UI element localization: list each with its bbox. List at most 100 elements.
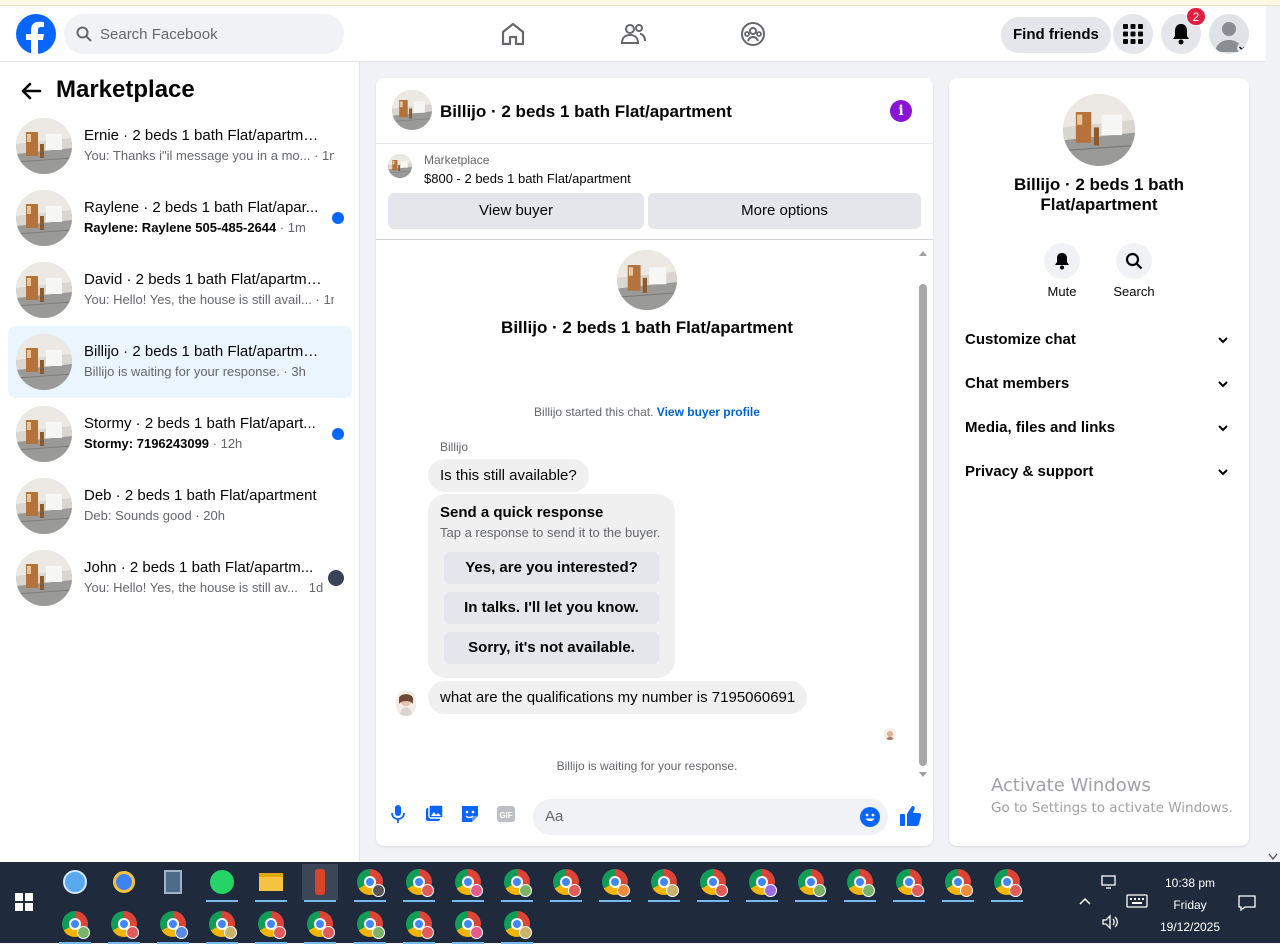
microphone-icon[interactable] [388,804,408,824]
quick-reply-button[interactable]: In talks. I'll let you know. [444,592,659,624]
keyboard-icon[interactable] [1126,894,1148,908]
sender-avatar[interactable] [396,690,416,716]
volume-icon[interactable] [1101,914,1119,930]
chat-members-section[interactable]: Chat members [965,372,1233,396]
more-options-button[interactable]: More options [648,193,921,229]
chrome-profile-icon[interactable] [401,906,437,944]
conversation-item[interactable]: John · 2 beds 1 bath Flat/apartm... You:… [8,542,352,614]
mute-label: Mute [1047,284,1077,299]
facebook-logo[interactable] [16,14,56,54]
like-icon[interactable] [899,804,923,828]
chrome-profile-icon[interactable] [155,906,191,944]
find-friends-button[interactable]: Find friends [1001,17,1111,53]
privacy-support-section[interactable]: Privacy & support [965,460,1233,484]
chrome-profile-icon[interactable] [106,906,142,944]
conversation-preview: Raylene: Raylene 505-485-2644 · 1m [84,220,306,235]
chevron-down-icon [1218,425,1228,432]
chrome-profile-icon[interactable] [940,864,976,902]
conversation-item[interactable]: Ernie · 2 beds 1 bath Flat/apartment You… [8,110,352,182]
chrome-profile-icon[interactable] [695,864,731,902]
svg-text:GIF: GIF [499,811,512,820]
chrome-profile-icon[interactable] [891,864,927,902]
chrome-profile-icon[interactable] [450,864,486,902]
conversation-title: Deb · 2 beds 1 bath Flat/apartment [84,487,317,504]
message-input[interactable]: Aa [533,799,888,835]
friends-icon[interactable] [619,20,647,48]
conversation-item[interactable]: Raylene · 2 beds 1 bath Flat/apar... Ray… [8,182,352,254]
mute-button[interactable] [1044,243,1080,279]
app-icon[interactable] [57,864,93,900]
chrome-profile-icon[interactable] [204,906,240,944]
bell-icon [1173,24,1189,45]
gif-icon[interactable]: GIF [496,804,516,824]
chat-avatar[interactable] [392,90,432,130]
search-icon [76,26,92,42]
emoji-icon[interactable] [860,807,880,827]
conversation-item[interactable]: Deb · 2 beds 1 bath Flat/apartment Deb: … [8,470,352,542]
conversation-preview: Stormy: 7196243099 · 12h [84,436,243,451]
message-bubble[interactable]: Is this still available? [428,459,589,492]
quick-response-card: Send a quick response Tap a response to … [428,494,675,678]
bell-icon [1055,253,1069,270]
chrome-profile-icon[interactable] [352,864,388,902]
read-receipt-avatar [884,728,896,740]
groups-icon[interactable] [739,20,767,48]
chat-header: Billijo · 2 beds 1 bath Flat/apartment i [376,78,933,144]
conversation-preview: You: Hello! Yes, the house is still avai… [84,292,334,307]
chrome-profile-icon[interactable] [989,864,1025,902]
listing-price[interactable]: $800 - 2 beds 1 bath Flat/apartment [424,171,631,186]
chrome-profile-icon[interactable] [450,906,486,944]
view-buyer-button[interactable]: View buyer [388,193,644,229]
chrome-profile-icon[interactable] [842,864,878,902]
app-icon[interactable] [302,864,338,902]
chrome-profile-icon[interactable] [548,864,584,902]
home-icon[interactable] [499,20,527,48]
listing-thumbnail [16,550,72,606]
network-icon[interactable] [1101,874,1119,890]
chrome-profile-icon[interactable] [744,864,780,902]
menu-button[interactable] [1113,14,1153,54]
account-avatar[interactable] [1209,14,1249,54]
file-explorer-icon[interactable] [253,864,289,902]
chrome-profile-icon[interactable] [793,864,829,902]
customize-chat-section[interactable]: Customize chat [965,328,1233,352]
page-scrollbar[interactable] [1266,62,1280,862]
chrome-profile-icon[interactable] [57,906,93,944]
chrome-profile-icon[interactable] [499,864,535,902]
quick-reply-button[interactable]: Sorry, it's not available. [444,632,659,664]
media-files-links-section[interactable]: Media, files and links [965,416,1233,440]
listing-thumbnail [16,334,72,390]
chrome-profile-icon[interactable] [352,906,388,944]
quick-response-subtitle: Tap a response to send it to the buyer. [440,525,661,540]
system-clock[interactable]: 10:38 pm Friday 19/12/2025 [1150,872,1230,938]
chevron-up-icon[interactable] [1078,896,1092,906]
quick-reply-button[interactable]: Yes, are you interested? [444,552,659,584]
back-arrow-icon[interactable] [20,80,42,102]
whatsapp-icon[interactable] [204,864,240,902]
calculator-icon[interactable] [155,864,191,900]
chrome-app-icon[interactable] [106,864,142,900]
view-buyer-profile-link[interactable]: View buyer profile [657,405,760,419]
conversation-item[interactable]: David · 2 beds 1 bath Flat/apartment You… [8,254,352,326]
listing-thumbnail [16,118,72,174]
search-bar[interactable]: Search Facebook [64,14,344,54]
conversation-item[interactable]: Stormy · 2 beds 1 bath Flat/apart... Sto… [8,398,352,470]
chrome-profile-icon[interactable] [401,864,437,902]
sticker-icon[interactable] [460,804,480,824]
notification-center-icon[interactable] [1238,894,1256,912]
conversation-title: David · 2 beds 1 bath Flat/apartment [84,271,324,288]
search-in-chat-button[interactable] [1116,243,1152,279]
photo-icon[interactable] [424,804,444,824]
chrome-profile-icon[interactable] [302,906,338,944]
chrome-profile-icon[interactable] [253,906,289,944]
chat-scrollbar[interactable] [917,246,929,778]
conversation-title: Ernie · 2 beds 1 bath Flat/apartment [84,127,324,144]
chrome-profile-icon[interactable] [499,906,535,944]
info-icon[interactable]: i [890,100,912,122]
message-bubble[interactable]: what are the qualifications my number is… [428,681,808,714]
chrome-profile-icon[interactable] [597,864,633,902]
chrome-profile-icon[interactable] [646,864,682,902]
windows-start-icon[interactable] [15,893,33,911]
chat-title[interactable]: Billijo · 2 beds 1 bath Flat/apartment [440,102,732,122]
conversation-item-active[interactable]: Billijo · 2 beds 1 bath Flat/apartment B… [8,326,352,398]
